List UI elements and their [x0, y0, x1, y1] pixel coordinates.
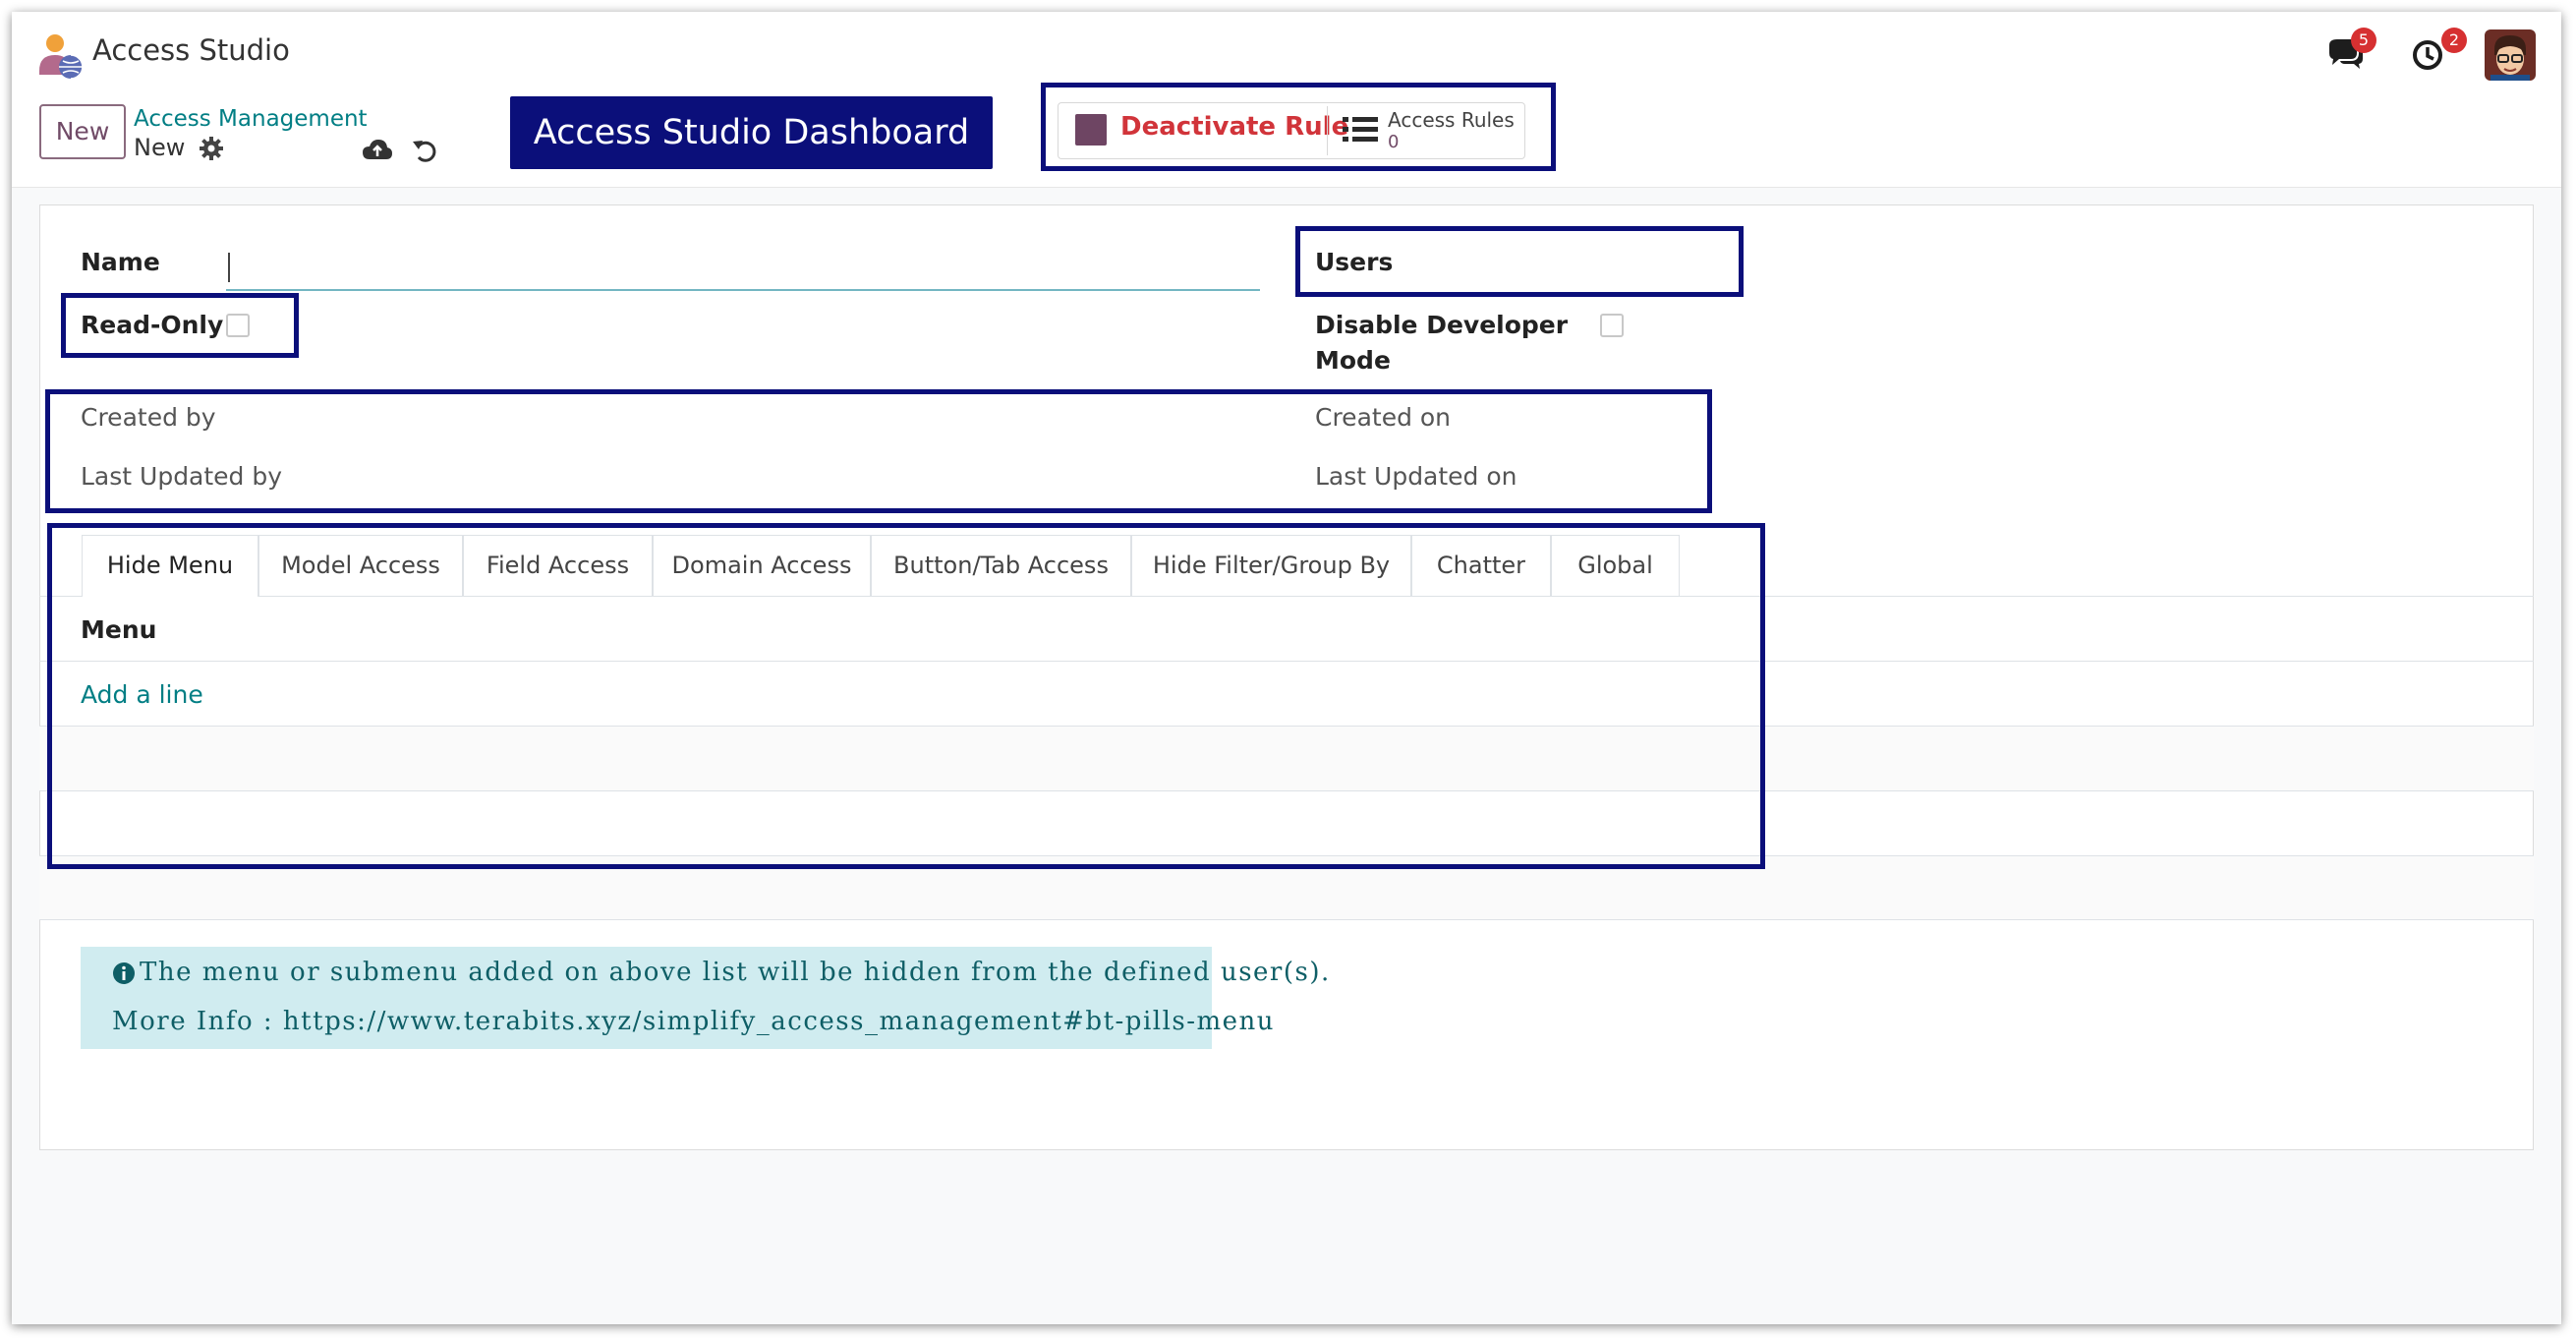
tabs-highlight [47, 523, 1765, 869]
list-row-divider [39, 919, 2534, 920]
stop-square-icon[interactable] [1075, 114, 1107, 146]
users-label: Users [1315, 248, 1394, 276]
created-on-label: Created on [1315, 403, 1452, 432]
disable-developer-mode-label-line2: Mode [1315, 346, 1391, 375]
readonly-label: Read-Only [81, 311, 224, 339]
save-cloud-icon[interactable] [362, 138, 393, 163]
audit-info-highlight [45, 389, 1712, 513]
activities-count-badge: 2 [2441, 28, 2467, 53]
info-message: The menu or submenu added on above list … [140, 958, 1331, 987]
deactivate-rule-button[interactable]: Deactivate Rule [1120, 112, 1348, 142]
last-updated-on-label: Last Updated on [1315, 462, 1517, 491]
messages-button[interactable]: 5 [2325, 28, 2376, 81]
breadcrumb-parent-link[interactable]: Access Management [134, 106, 368, 132]
new-button[interactable]: New [39, 104, 126, 159]
access-studio-app-icon[interactable] [35, 31, 86, 83]
disable-developer-mode-label: Disable Developer [1315, 311, 1569, 339]
breadcrumb-current: New [134, 134, 186, 161]
list-icon[interactable] [1341, 114, 1380, 146]
access-rules-count: 0 [1388, 132, 1400, 152]
app-window: Access Studio 5 2 New Access Management … [12, 12, 2561, 1324]
user-avatar[interactable] [2485, 29, 2536, 81]
created-by-label: Created by [81, 403, 216, 432]
last-updated-by-label: Last Updated by [81, 462, 283, 491]
disable-developer-mode-checkbox[interactable] [1600, 314, 1624, 337]
info-circle-icon [112, 961, 136, 985]
readonly-checkbox[interactable] [226, 314, 250, 337]
activities-button[interactable]: 2 [2410, 28, 2467, 81]
access-studio-dashboard-button[interactable]: Access Studio Dashboard [510, 96, 993, 169]
name-input[interactable] [226, 248, 1260, 291]
app-title: Access Studio [92, 33, 290, 67]
messages-count-badge: 5 [2351, 28, 2376, 53]
info-more-link[interactable]: More Info : https://www.terabits.xyz/sim… [112, 1007, 1275, 1036]
discard-undo-icon[interactable] [411, 136, 440, 165]
text-cursor [228, 253, 230, 282]
name-label: Name [81, 248, 160, 276]
access-rules-button[interactable]: Access Rules [1388, 108, 1515, 132]
smart-button-separator [1327, 106, 1328, 155]
gear-icon[interactable] [199, 136, 224, 161]
